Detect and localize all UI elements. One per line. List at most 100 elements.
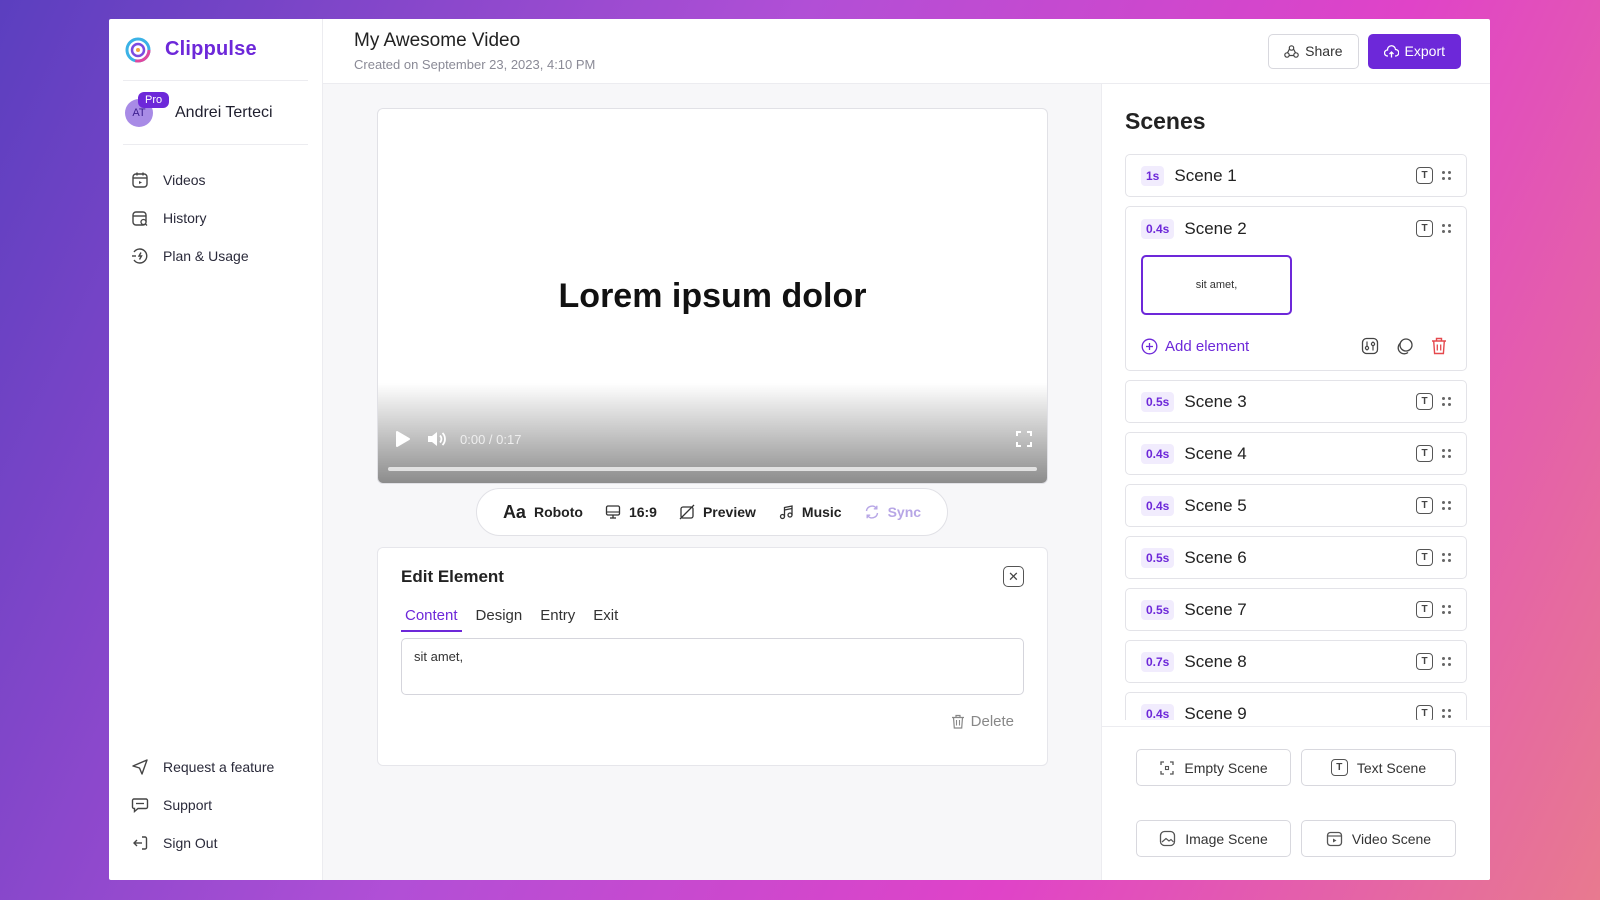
scene-name: Scene 1 [1174,165,1237,185]
drag-handle-icon[interactable] [1442,604,1452,615]
drag-handle-icon[interactable] [1442,552,1452,563]
video-player[interactable]: Lorem ipsum dolor 0:00 / 0:17 [377,108,1048,484]
scene-item[interactable]: 0.5s Scene 6 T [1125,536,1467,579]
main-nav: Videos History Plan & Usage [123,161,308,275]
tab-design[interactable]: Design [472,607,527,632]
scene-item[interactable]: 0.5s Scene 3 T [1125,380,1467,423]
close-icon: ✕ [1008,568,1019,584]
drag-handle-icon[interactable] [1442,170,1452,181]
share-button[interactable]: Share [1268,33,1359,69]
drag-handle-icon[interactable] [1442,656,1452,667]
scene-item-expanded[interactable]: 0.4s Scene 2 T sit amet, Add element [1125,206,1467,371]
nav-label-signout: Sign Out [163,835,218,851]
nav-label-request: Request a feature [163,759,275,775]
video-progress-bar[interactable] [388,467,1037,471]
trash-icon [951,714,964,729]
scene-list: 1s Scene 1 T 0.4s Scene 2 T sit amet, Ad… [1125,154,1467,720]
add-element-button[interactable]: Add element [1141,338,1249,355]
scene-item[interactable]: 1s Scene 1 T [1125,154,1467,197]
scene-name: Scene 2 [1184,218,1247,238]
drag-handle-icon[interactable] [1442,396,1452,407]
text-scene-label: Text Scene [1356,759,1427,776]
brand-name: Clippulse [165,38,257,60]
scene-icons: T [1416,549,1452,566]
drag-handle-icon[interactable] [1442,448,1452,459]
video-calendar-icon [132,172,148,188]
video-scene-button[interactable]: Video Scene [1301,820,1456,857]
sync-button[interactable]: Sync [864,504,921,520]
tab-content[interactable]: Content [401,607,462,632]
content-textarea[interactable]: sit amet, [401,638,1024,695]
delete-element-button[interactable]: Delete [951,713,1014,730]
adjust-settings-icon[interactable] [1361,337,1379,355]
video-icon [1326,831,1343,847]
add-element-label: Add element [1165,337,1250,355]
nav-item-request-feature[interactable]: Request a feature [123,748,308,786]
nav-item-plan[interactable]: Plan & Usage [123,237,308,275]
page-title: My Awesome Video [354,30,521,51]
close-button[interactable]: ✕ [1003,566,1024,587]
scene-duration: 0.5s [1141,547,1175,568]
text-type-icon: T [1416,393,1433,410]
video-controls: 0:00 / 0:17 [392,429,1033,449]
scene-icons: T [1416,497,1452,514]
scene-element-card[interactable]: sit amet, [1141,255,1292,315]
top-bar: My Awesome Video Created on September 23… [323,19,1490,84]
video-time: 0:00 / 0:17 [460,431,522,447]
export-button[interactable]: Export [1367,33,1461,69]
text-type-icon: T [1416,497,1433,514]
monitor-icon [605,505,621,519]
send-icon [132,759,148,775]
pro-badge: Pro [138,92,170,108]
scene-item[interactable]: 0.4s Scene 4 T [1125,432,1467,475]
trash-icon[interactable] [1431,337,1447,355]
scene-name: Scene 9 [1184,703,1247,721]
main-area: My Awesome Video Created on September 23… [323,19,1490,880]
duplicate-icon[interactable] [1396,337,1414,355]
text-scene-button[interactable]: T Text Scene [1301,749,1456,786]
nav-item-history[interactable]: History [123,199,308,237]
history-icon [132,211,148,226]
play-icon[interactable] [392,429,412,449]
scene-item[interactable]: 0.4s Scene 9 T [1125,692,1467,720]
user-profile[interactable]: AT Pro Andrei Terteci [123,81,308,145]
empty-scene-button[interactable]: Empty Scene [1136,749,1291,786]
text-type-icon: T [1416,549,1433,566]
scene-duration: 0.5s [1141,599,1175,620]
tab-exit[interactable]: Exit [589,607,622,632]
preview-toggle[interactable]: Preview [679,504,756,520]
sidebar-footer: Request a feature Support Sign Out [123,748,308,862]
scene-item[interactable]: 0.7s Scene 8 T [1125,640,1467,683]
font-picker[interactable]: Aa Roboto [503,502,583,523]
scene-icons: T [1416,220,1452,237]
scene-name: Scene 3 [1184,391,1247,411]
text-type-icon: T [1416,167,1433,184]
scene-item[interactable]: 0.4s Scene 5 T [1125,484,1467,527]
music-picker[interactable]: Music [778,504,842,520]
nav-item-sign-out[interactable]: Sign Out [123,824,308,862]
scene-duration: 0.4s [1141,443,1175,464]
scene-name: Scene 6 [1184,547,1247,567]
drag-handle-icon[interactable] [1442,500,1452,511]
new-scene-actions: Empty Scene T Text Scene Image Scene Vid… [1102,726,1490,880]
drag-handle-icon[interactable] [1442,708,1452,719]
cloud-upload-icon [1383,44,1399,57]
scene-duration: 0.4s [1141,703,1175,720]
aspect-ratio-picker[interactable]: 16:9 [605,504,657,520]
image-scene-button[interactable]: Image Scene [1136,820,1291,857]
text-scene-icon: T [1330,759,1348,776]
scene-item[interactable]: 0.5s Scene 7 T [1125,588,1467,631]
nav-label-plan: Plan & Usage [163,248,249,264]
brand[interactable]: Clippulse [123,19,308,81]
nav-item-support[interactable]: Support [123,786,308,824]
scene-name: Scene 8 [1184,651,1247,671]
fullscreen-icon[interactable] [1015,430,1033,448]
tab-entry[interactable]: Entry [536,607,579,632]
drag-handle-icon[interactable] [1442,223,1452,234]
scene-name: Scene 5 [1184,495,1247,515]
share-icon [1284,44,1299,58]
user-name: Andrei Terteci [175,103,273,121]
nav-item-videos[interactable]: Videos [123,161,308,199]
volume-icon[interactable] [426,429,448,449]
nav-label-support: Support [163,797,213,813]
